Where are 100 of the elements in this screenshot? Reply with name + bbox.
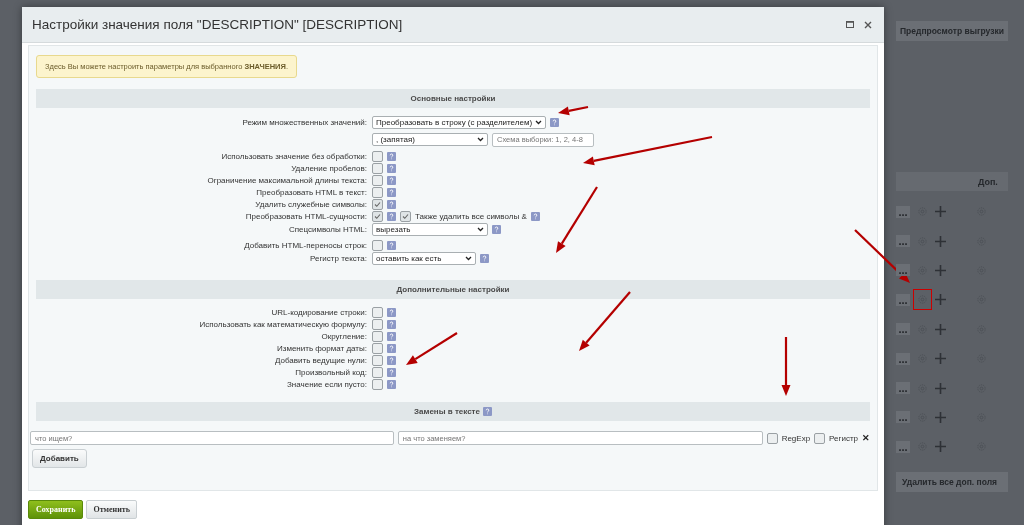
caret-icon	[465, 256, 472, 261]
checkbox[interactable]	[400, 210, 411, 222]
field-label: Использовать значение без обработки:	[220, 151, 367, 161]
field-label: Режим множественных значений:	[241, 118, 367, 127]
checkbox[interactable]	[372, 354, 383, 366]
help-icon[interactable]	[387, 163, 396, 173]
more-button[interactable]: ...	[896, 440, 910, 453]
checkbox[interactable]	[766, 432, 778, 444]
plus-icon[interactable]	[935, 441, 946, 453]
highlighted-gear-icon[interactable]	[914, 290, 931, 310]
checkbox[interactable]	[372, 174, 383, 186]
help-icon[interactable]	[387, 367, 396, 377]
field-label: Добавить HTML-переносы строк:	[243, 240, 367, 250]
annotation-arrow	[579, 291, 631, 351]
save-button[interactable]: Сохранить	[28, 500, 84, 519]
checkbox[interactable]	[372, 318, 383, 330]
plus-icon[interactable]	[935, 264, 946, 276]
maximize-icon[interactable]	[844, 19, 856, 30]
checkbox[interactable]	[814, 432, 826, 444]
select-field[interactable]: оставить как есть	[372, 252, 476, 265]
plus-icon[interactable]	[935, 411, 946, 423]
field-label: Значение если пусто:	[286, 379, 367, 389]
more-button[interactable]: ...	[896, 235, 910, 248]
help-icon[interactable]	[387, 175, 396, 185]
annotation-arrow	[406, 332, 458, 365]
more-button[interactable]: ...	[896, 205, 910, 218]
field-label: Произвольный код:	[294, 367, 367, 377]
checkbox[interactable]	[372, 378, 383, 390]
option-label: RegExp	[781, 433, 811, 443]
more-button[interactable]: ...	[896, 264, 910, 277]
section-title: Замены в тексте	[414, 407, 480, 416]
plus-icon[interactable]	[935, 294, 946, 306]
field-label: Округление:	[320, 331, 367, 341]
checkbox[interactable]	[372, 210, 383, 222]
dialog-title: Настройки значения поля "DESCRIPTION" [DESCRIPTION]	[32, 17, 404, 32]
add-button[interactable]: Добавить	[32, 449, 87, 468]
field-label: Удалить служебные символы:	[254, 199, 367, 209]
checkbox[interactable]	[372, 239, 383, 251]
remove-button[interactable]: ✕	[862, 433, 870, 443]
help-icon[interactable]	[387, 211, 396, 221]
plus-icon[interactable]	[935, 323, 946, 335]
field-label: Преобразовать HTML-сущности:	[244, 211, 367, 221]
help-icon[interactable]	[387, 199, 396, 209]
field-label: Ограничение максимальной длины текста:	[206, 175, 367, 185]
annotation-arrow	[556, 186, 598, 253]
caret-icon	[477, 227, 484, 232]
help-icon[interactable]	[387, 240, 396, 250]
annotation-arrow	[854, 229, 910, 283]
help-icon[interactable]	[550, 118, 559, 127]
help-icon[interactable]	[492, 225, 501, 234]
field-label: Регистр текста:	[309, 254, 367, 263]
more-button[interactable]: ...	[896, 352, 910, 365]
checkbox[interactable]	[372, 150, 383, 162]
annotation-arrow	[558, 105, 589, 116]
plus-icon[interactable]	[935, 206, 946, 218]
select-field[interactable]: Преобразовать в строку (с разделителем)	[372, 116, 546, 129]
field-label: Удаление пробелов:	[290, 163, 367, 173]
help-icon[interactable]	[387, 319, 396, 329]
more-button[interactable]: ...	[896, 293, 910, 306]
checkbox[interactable]	[372, 186, 383, 198]
more-button[interactable]: ...	[896, 411, 910, 424]
help-icon[interactable]	[530, 211, 540, 221]
column-header-label: Доп.	[977, 176, 998, 187]
help-icon[interactable]	[387, 331, 396, 341]
caret-icon	[535, 120, 542, 125]
option-label: Также удалить все символы &	[415, 211, 527, 221]
plus-icon[interactable]	[935, 353, 946, 365]
field-label: Использовать как математическую формулу:	[198, 319, 367, 329]
delete-fields-button[interactable]: Удалить все доп. поля	[896, 471, 1008, 492]
caret-icon	[477, 137, 484, 142]
select-field[interactable]: вырезать	[372, 223, 488, 236]
option-label: Регистр	[829, 433, 858, 443]
help-icon[interactable]	[387, 187, 396, 197]
checkbox[interactable]	[372, 198, 383, 210]
help-icon[interactable]	[480, 254, 489, 263]
checkbox[interactable]	[372, 366, 383, 378]
plus-icon[interactable]	[935, 382, 946, 394]
cancel-button[interactable]: Отменить	[86, 500, 137, 519]
field-label: URL-кодирование строки:	[270, 307, 367, 317]
plus-icon[interactable]	[935, 235, 946, 247]
checkbox[interactable]	[372, 330, 383, 342]
checkbox[interactable]	[372, 342, 383, 354]
section-title: Дополнительные настройки	[396, 285, 510, 294]
field-label: Изменить формат даты:	[275, 343, 367, 353]
field-label: Спецсимволы HTML:	[287, 225, 367, 234]
field-label: Преобразовать HTML в текст:	[255, 187, 367, 197]
help-icon[interactable]	[482, 407, 492, 416]
more-button[interactable]: ...	[896, 382, 910, 395]
help-icon[interactable]	[387, 379, 396, 389]
help-icon[interactable]	[387, 343, 396, 353]
help-icon[interactable]	[387, 355, 396, 365]
help-icon[interactable]	[387, 151, 396, 161]
annotation-arrow	[781, 337, 791, 396]
checkbox[interactable]	[372, 162, 383, 174]
preview-button[interactable]: Предпросмотр выгрузки	[896, 21, 1008, 41]
more-button[interactable]: ...	[896, 323, 910, 336]
field-label: Добавить ведущие нули:	[274, 355, 367, 365]
help-icon[interactable]	[387, 307, 396, 317]
checkbox[interactable]	[372, 306, 383, 318]
select-field[interactable]: , (запятая)	[372, 133, 488, 146]
